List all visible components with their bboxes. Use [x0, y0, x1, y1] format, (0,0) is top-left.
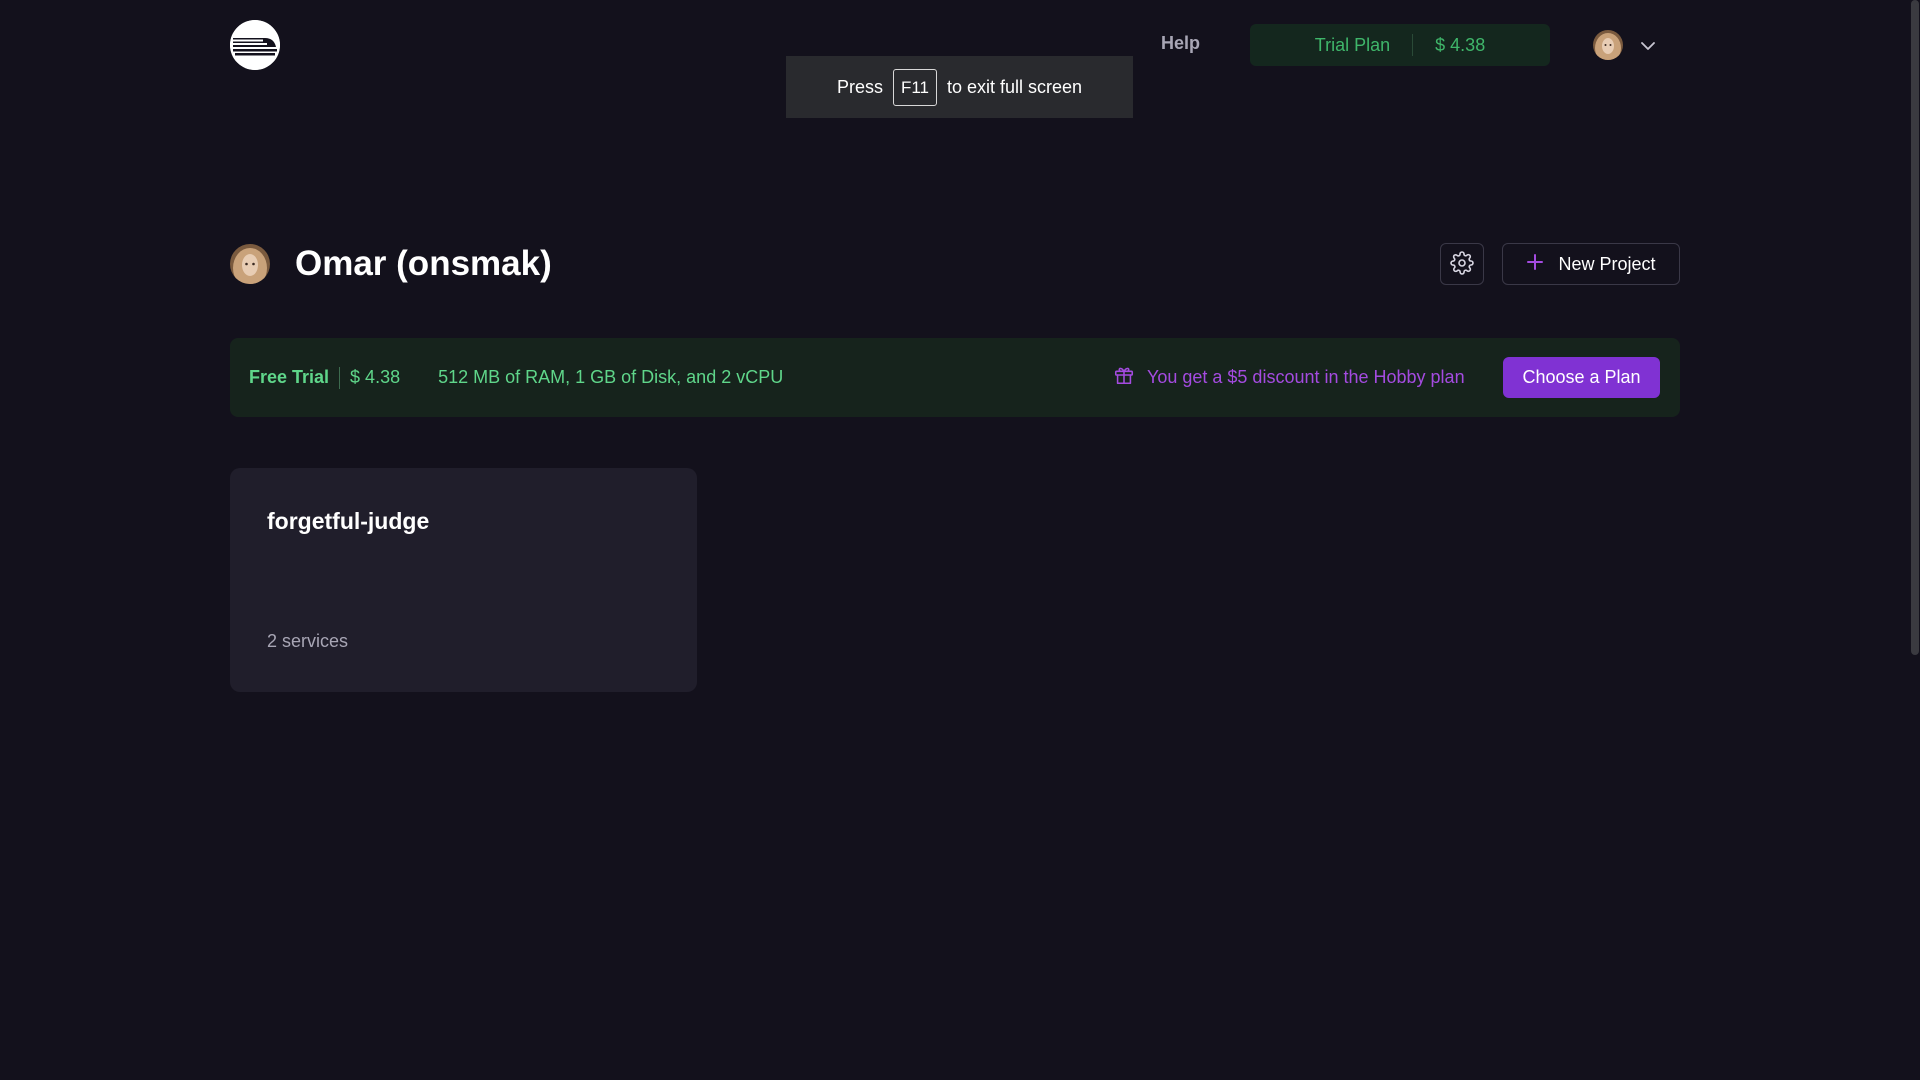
- plus-icon: [1526, 253, 1544, 276]
- chevron-down-icon[interactable]: [1638, 36, 1658, 56]
- project-card[interactable]: forgetful-judge 2 services: [230, 468, 697, 692]
- profile-avatar: [230, 244, 270, 284]
- gear-icon: [1450, 250, 1474, 278]
- avatar[interactable]: [1593, 30, 1623, 60]
- new-project-button[interactable]: New Project: [1502, 243, 1680, 285]
- project-name: forgetful-judge: [267, 508, 430, 534]
- plan-specs: 512 MB of RAM, 1 GB of Disk, and 2 vCPU: [438, 367, 784, 387]
- fullscreen-toast: Press F11 to exit full screen: [786, 56, 1133, 118]
- page-title: Omar (onsmak): [295, 244, 552, 283]
- new-project-label: New Project: [1558, 253, 1656, 274]
- plan-info: Free Trial $ 4.38 512 MB of RAM, 1 GB of…: [249, 338, 783, 417]
- help-link[interactable]: Help: [1161, 33, 1200, 54]
- project-services-count: 2 services: [267, 631, 349, 651]
- trial-plan-amount: $ 4.38: [1435, 34, 1486, 55]
- discount-note: You get a $5 discount in the Hobby plan: [1113, 338, 1465, 417]
- plan-name: Free Trial: [249, 367, 330, 387]
- trial-plan-pill[interactable]: Trial Plan $ 4.38: [1250, 24, 1550, 66]
- discount-text: You get a $5 discount in the Hobby plan: [1147, 367, 1465, 387]
- plan-amount: $ 4.38: [350, 367, 401, 387]
- scrollbar-thumb[interactable]: [1911, 0, 1919, 655]
- toast-key: F11: [892, 68, 937, 106]
- divider: [1412, 34, 1414, 56]
- settings-button[interactable]: [1440, 243, 1484, 285]
- railway-logo-icon[interactable]: [230, 20, 280, 70]
- plan-banner: Free Trial $ 4.38 512 MB of RAM, 1 GB of…: [230, 338, 1680, 417]
- choose-plan-button[interactable]: Choose a Plan: [1503, 357, 1660, 398]
- trial-plan-label: Trial Plan: [1314, 34, 1391, 55]
- toast-suffix-text: to exit full screen: [947, 76, 1083, 97]
- toast-press-text: Press: [836, 76, 883, 97]
- gift-icon: [1113, 364, 1135, 391]
- divider: [339, 366, 341, 389]
